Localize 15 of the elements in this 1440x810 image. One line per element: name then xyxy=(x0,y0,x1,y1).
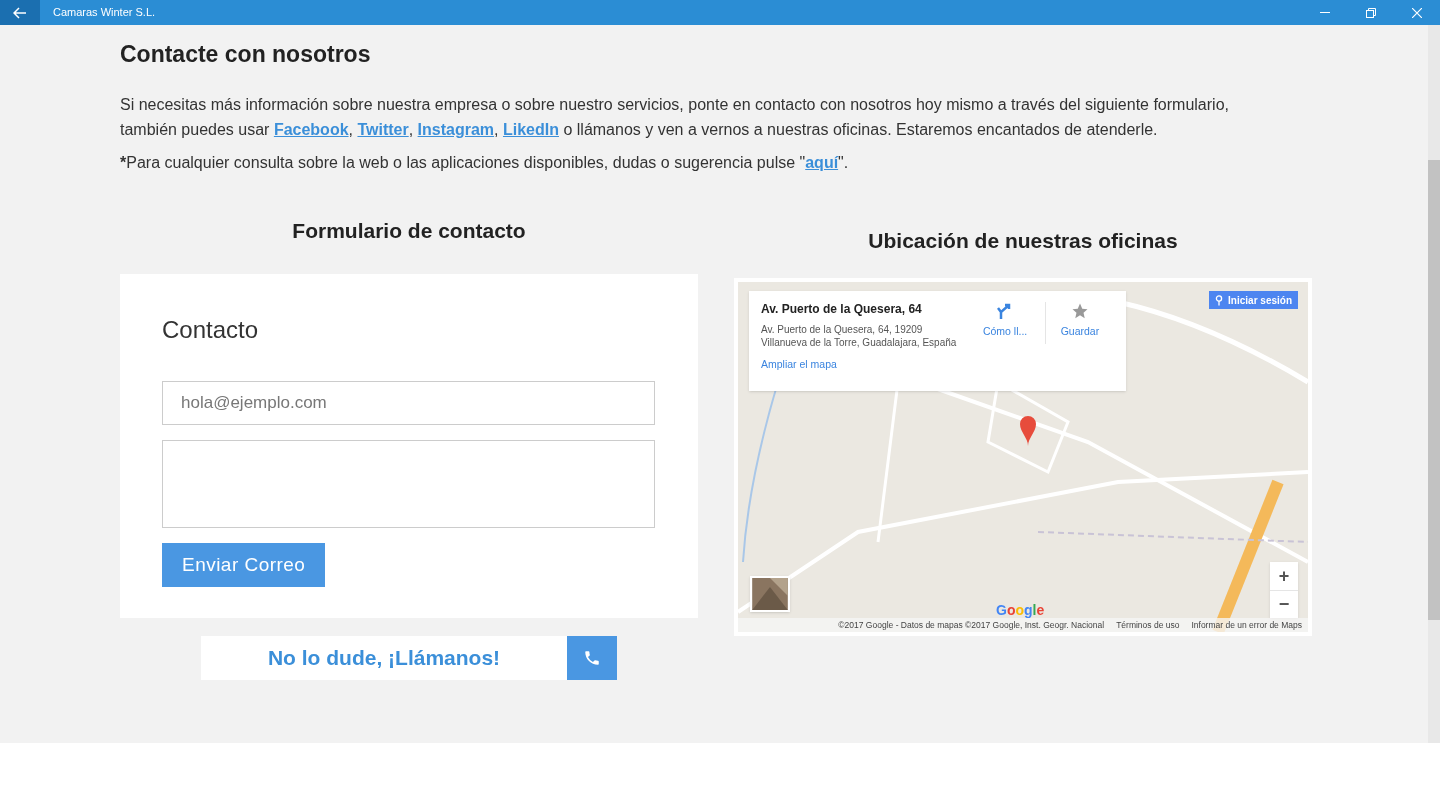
intro-paragraph: Si necesitas más información sobre nuestra empresa o sobre nuestro servicios, ponte en contacto con nosotros hoy mismo a través del siguiente formulario, también puedes usar Facebook, Twitter, Instagram, LikedIn o llámanos y ven a vernos a nuestras oficinas. Estaremos encantados de atenderle. xyxy=(120,94,1230,140)
text-link[interactable]: Facebook xyxy=(273,120,349,138)
text-link[interactable]: Instagram xyxy=(417,120,495,138)
text-link[interactable]: Twitter xyxy=(357,120,409,138)
note-paragraph: *Para cualquier consulta sobre la web o las aplicaciones disponibles, dudas o sugerencia pulse "aquí". xyxy=(120,152,850,173)
text-link[interactable]: LikedIn xyxy=(502,120,559,138)
call-banner: No lo dude, ¡Llámanos! xyxy=(201,636,567,680)
send-button[interactable]: Enviar Correo xyxy=(162,543,326,587)
card-title: Contacto xyxy=(162,315,260,345)
email-field[interactable]: hola@ejemplo.com xyxy=(162,381,655,425)
text-link[interactable]: aquí xyxy=(805,153,839,171)
section-heading: Formulario de contacto xyxy=(292,217,526,244)
section-heading: Ubicación de nuestras oficinas xyxy=(868,227,1178,254)
window-title: Camaras Winter S.L. xyxy=(53,5,156,21)
page-heading: Contacte con nosotros xyxy=(120,40,372,69)
